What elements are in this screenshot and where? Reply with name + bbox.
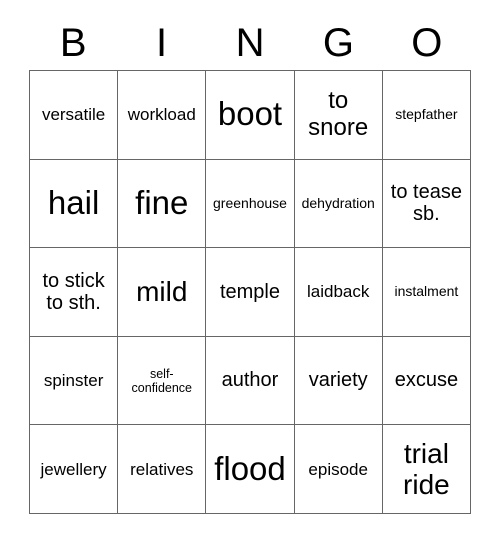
- bingo-cell-label: to tease sb.: [390, 181, 462, 226]
- bingo-cell-r5c4[interactable]: episode: [294, 425, 383, 514]
- bingo-cell-r2c4[interactable]: dehydration: [294, 159, 383, 249]
- bingo-card: B I N G O versatile workload boot to sno…: [0, 0, 500, 544]
- bingo-cell-label: self-confidence: [131, 366, 193, 395]
- bingo-cell-label: instalment: [394, 283, 459, 300]
- bingo-cell-r4c4[interactable]: variety: [294, 336, 383, 426]
- bingo-cell-label: versatile: [41, 105, 106, 125]
- bingo-cell-r5c2[interactable]: relatives: [118, 425, 207, 514]
- bingo-cell-r3c2[interactable]: mild: [118, 248, 207, 337]
- bingo-header-row: B I N G O: [29, 16, 471, 70]
- bingo-cell-r1c4[interactable]: to snore: [294, 71, 383, 160]
- bingo-cell-label: boot: [217, 95, 283, 133]
- bingo-header-letter-i: I: [156, 21, 168, 65]
- bingo-cell-r4c3[interactable]: author: [206, 336, 295, 426]
- bingo-cell-label: laidback: [307, 282, 370, 302]
- bingo-cell-r2c3[interactable]: greenhouse: [206, 159, 295, 249]
- bingo-cell-r5c3[interactable]: flood: [206, 425, 295, 514]
- bingo-cell-label: excuse: [394, 369, 459, 392]
- bingo-cell-r4c5[interactable]: excuse: [382, 336, 471, 426]
- bingo-cell-r3c1[interactable]: to stick to sth.: [30, 248, 119, 337]
- bingo-cell-r1c1[interactable]: versatile: [30, 71, 119, 160]
- bingo-cell-r2c2[interactable]: fine: [118, 159, 207, 249]
- bingo-cell-r5c5[interactable]: trial ride: [382, 425, 471, 514]
- bingo-cell-label: greenhouse: [213, 194, 287, 211]
- bingo-cell-label: workload: [127, 105, 196, 125]
- bingo-cell-r3c3[interactable]: temple: [206, 248, 295, 337]
- bingo-cell-label: relatives: [130, 459, 194, 479]
- bingo-cell-label: dehydration: [301, 194, 375, 211]
- bingo-cell-label: trial ride: [403, 437, 450, 501]
- bingo-header-letter-g: G: [322, 21, 354, 65]
- bingo-cell-r5c1[interactable]: jewellery: [30, 425, 119, 514]
- bingo-cell-label: hail: [47, 183, 100, 221]
- bingo-cell-r1c3[interactable]: boot: [206, 71, 295, 160]
- bingo-cell-r4c1[interactable]: spinster: [30, 336, 119, 426]
- bingo-cell-r2c5[interactable]: to tease sb.: [382, 159, 471, 249]
- bingo-cell-label: spinster: [43, 371, 104, 391]
- bingo-cell-label: mild: [136, 276, 188, 308]
- bingo-cell-label: fine: [135, 183, 189, 221]
- bingo-cell-label: flood: [214, 449, 286, 487]
- bingo-cell-label: temple: [219, 280, 280, 303]
- bingo-cell-label: stepfather: [395, 105, 458, 122]
- bingo-cell-label: jewellery: [40, 459, 107, 479]
- bingo-cell-label: variety: [308, 369, 368, 392]
- bingo-header-letter-o: O: [411, 21, 443, 65]
- bingo-header-letter-n: N: [235, 21, 265, 65]
- bingo-cell-label: to stick to sth.: [42, 269, 105, 314]
- bingo-cell-r1c5[interactable]: stepfather: [382, 71, 471, 160]
- bingo-cell-r2c1[interactable]: hail: [30, 159, 119, 249]
- bingo-cell-label: to snore: [308, 86, 369, 141]
- bingo-cell-label: episode: [308, 459, 368, 479]
- bingo-cell-r1c2[interactable]: workload: [118, 71, 207, 160]
- bingo-grid: versatile workload boot to snore stepfat…: [29, 70, 471, 514]
- bingo-cell-label: author: [221, 369, 279, 392]
- bingo-header-letter-b: B: [59, 21, 87, 65]
- bingo-cell-r3c4[interactable]: laidback: [294, 248, 383, 337]
- bingo-cell-r3c5[interactable]: instalment: [382, 248, 471, 337]
- bingo-cell-r4c2[interactable]: self-confidence: [118, 336, 207, 426]
